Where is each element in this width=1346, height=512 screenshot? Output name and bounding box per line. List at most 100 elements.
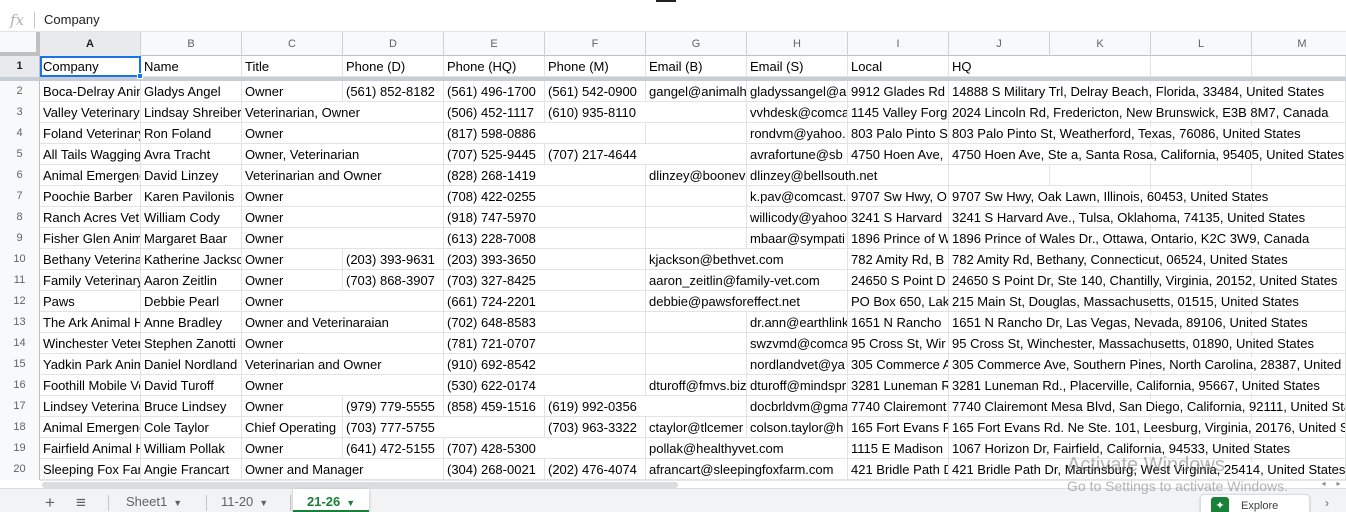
table-cell[interactable]: (910) 692-8542 <box>444 354 747 375</box>
table-cell[interactable]: William Cody <box>141 207 242 228</box>
table-cell[interactable]: Yadkin Park Animal <box>40 354 141 375</box>
column-header-e[interactable]: E <box>444 32 545 56</box>
table-cell[interactable]: Owner <box>242 249 343 270</box>
table-cell[interactable]: Owner and Veterinaraian <box>242 312 444 333</box>
table-cell[interactable]: Owner <box>242 291 444 312</box>
table-cell[interactable]: (703) 777-5755 <box>343 417 545 438</box>
table-cell[interactable]: All Tails Wagging <box>40 144 141 165</box>
column-header-h[interactable]: H <box>747 32 848 56</box>
table-cell[interactable]: 1651 N Rancho Dr, Las Vegas, Nevada, 891… <box>949 312 1346 333</box>
row-number[interactable]: 15 <box>0 354 40 375</box>
tab-21-26[interactable]: 21-26 ▼ <box>293 489 370 512</box>
table-cell[interactable]: 9912 Glades Rd <box>848 81 949 102</box>
table-cell[interactable]: (304) 268-0021 <box>444 459 545 480</box>
table-cell[interactable]: 24650 S Point Dr, Ste 140, Chantilly, Vi… <box>949 270 1346 291</box>
row-number[interactable]: 20 <box>0 459 40 480</box>
table-cell[interactable]: dturoff@fmvs.biz <box>646 375 747 396</box>
table-cell[interactable]: Boca-Delray Animal Hospital <box>40 81 141 102</box>
table-cell[interactable]: afrancart@sleepingfoxfarm.com <box>646 459 848 480</box>
table-cell[interactable]: Paws <box>40 291 141 312</box>
table-cell[interactable]: PO Box 650, Lak <box>848 291 949 312</box>
table-cell[interactable]: Winchester Veterinary <box>40 333 141 354</box>
table-cell[interactable]: swzvmd@comca <box>747 333 848 354</box>
header-cell[interactable]: Title <box>242 56 343 77</box>
column-header-a[interactable]: A <box>40 32 141 56</box>
column-header-b[interactable]: B <box>141 32 242 56</box>
table-cell[interactable]: (703) 327-8425 <box>444 270 646 291</box>
table-cell[interactable]: 165 Fort Evans Rd. Ne Ste. 101, Leesburg… <box>949 417 1346 438</box>
table-cell[interactable]: 7740 Clairemont <box>848 396 949 417</box>
table-cell[interactable]: kjackson@bethvet.com <box>646 249 848 270</box>
chevron-down-icon[interactable]: ▼ <box>173 498 182 508</box>
table-cell[interactable]: 215 Main St, Douglas, Massachusetts, 015… <box>949 291 1346 312</box>
table-cell[interactable]: 782 Amity Rd, Bethany, Connecticut, 0652… <box>949 249 1346 270</box>
table-cell[interactable]: Owner <box>242 270 343 291</box>
table-cell[interactable]: Owner <box>242 186 444 207</box>
column-header-g[interactable]: G <box>646 32 747 56</box>
table-cell[interactable]: 2024 Lincoln Rd, Fredericton, New Brunsw… <box>949 102 1346 123</box>
table-cell[interactable]: Angie Francart <box>141 459 242 480</box>
row-number[interactable]: 19 <box>0 438 40 459</box>
table-cell[interactable]: mbaar@sympati <box>747 228 848 249</box>
table-cell[interactable]: vvhdesk@comca <box>747 102 848 123</box>
table-cell[interactable]: Owner <box>242 228 444 249</box>
table-cell[interactable]: dlinzey@bellsouth.net <box>747 165 1346 186</box>
table-cell[interactable]: (506) 452-1117 <box>444 102 545 123</box>
table-cell[interactable]: Gladys Angel <box>141 81 242 102</box>
table-cell[interactable]: colson.taylor@h <box>747 417 848 438</box>
row-number[interactable]: 6 <box>0 165 40 186</box>
table-cell[interactable]: Karen Pavilonis <box>141 186 242 207</box>
tab-11-20[interactable]: 11-20 ▼ <box>207 489 282 512</box>
table-cell[interactable]: (202) 476-4074 <box>545 459 646 480</box>
header-cell[interactable]: Phone (D) <box>343 56 444 77</box>
table-cell[interactable]: (817) 598-0886 <box>444 123 747 144</box>
table-cell[interactable]: Margaret Baar <box>141 228 242 249</box>
table-cell[interactable]: 305 Commerce A <box>848 354 949 375</box>
table-cell[interactable]: (781) 721-0707 <box>444 333 747 354</box>
table-cell[interactable]: Owner <box>242 333 444 354</box>
table-cell[interactable]: 24650 S Point D <box>848 270 949 291</box>
row-number[interactable]: 9 <box>0 228 40 249</box>
table-cell[interactable]: 7740 Clairemont Mesa Blvd, San Diego, Ca… <box>949 396 1346 417</box>
table-cell[interactable]: The Ark Animal Hospital <box>40 312 141 333</box>
table-cell[interactable]: 782 Amity Rd, B <box>848 249 949 270</box>
table-cell[interactable]: Lindsey Veterinary <box>40 396 141 417</box>
tab-sheet1[interactable]: Sheet1 ▼ <box>112 489 196 512</box>
table-cell[interactable]: Fairfield Animal Hospital <box>40 438 141 459</box>
all-sheets-button[interactable]: ≡ <box>69 493 93 512</box>
horizontal-scrollbar[interactable] <box>40 480 1346 488</box>
frozen-row-divider[interactable] <box>0 77 1346 81</box>
row-number[interactable]: 10 <box>0 249 40 270</box>
table-cell[interactable]: 9707 Sw Hwy, O <box>848 186 949 207</box>
row-number[interactable]: 8 <box>0 207 40 228</box>
table-cell[interactable]: Owner <box>242 207 444 228</box>
chevron-down-icon[interactable]: ▼ <box>259 498 268 508</box>
chevron-down-icon[interactable]: ▼ <box>346 498 355 508</box>
table-cell[interactable]: 1651 N Rancho <box>848 312 949 333</box>
table-cell[interactable]: 14888 S Military Trl, Delray Beach, Flor… <box>949 81 1346 102</box>
table-cell[interactable]: Owner <box>242 375 444 396</box>
header-cell[interactable]: Phone (M) <box>545 56 646 77</box>
header-cell[interactable]: Phone (HQ) <box>444 56 545 77</box>
table-cell[interactable]: ctaylor@tlcemer <box>646 417 747 438</box>
table-cell[interactable]: 803 Palo Pinto S <box>848 123 949 144</box>
column-header-m[interactable]: M <box>1252 32 1346 56</box>
table-cell[interactable]: 421 Bridle Path D <box>848 459 949 480</box>
table-cell[interactable]: 95 Cross St, Winchester, Massachusetts, … <box>949 333 1346 354</box>
table-cell[interactable]: Veterinarian and Owner <box>242 165 444 186</box>
table-cell[interactable]: Debbie Pearl <box>141 291 242 312</box>
header-cell[interactable]: HQ <box>949 56 1346 77</box>
table-cell[interactable]: 803 Palo Pinto St, Weatherford, Texas, 7… <box>949 123 1346 144</box>
table-cell[interactable]: Anne Bradley <box>141 312 242 333</box>
row-number[interactable]: 3 <box>0 102 40 123</box>
table-cell[interactable]: (561) 542-0900 <box>545 81 646 102</box>
table-cell[interactable]: (561) 496-1700 <box>444 81 545 102</box>
table-cell[interactable]: willicody@yahoo <box>747 207 848 228</box>
table-cell[interactable]: Veterinarian and Owner <box>242 354 444 375</box>
table-cell[interactable]: (707) 525-9445 <box>444 144 545 165</box>
table-cell[interactable]: gladyssangel@a <box>747 81 848 102</box>
header-cell[interactable]: Company <box>40 56 141 77</box>
table-cell[interactable]: (203) 393-9631 <box>343 249 444 270</box>
table-cell[interactable]: (828) 268-1419 <box>444 165 646 186</box>
row-number[interactable]: 12 <box>0 291 40 312</box>
